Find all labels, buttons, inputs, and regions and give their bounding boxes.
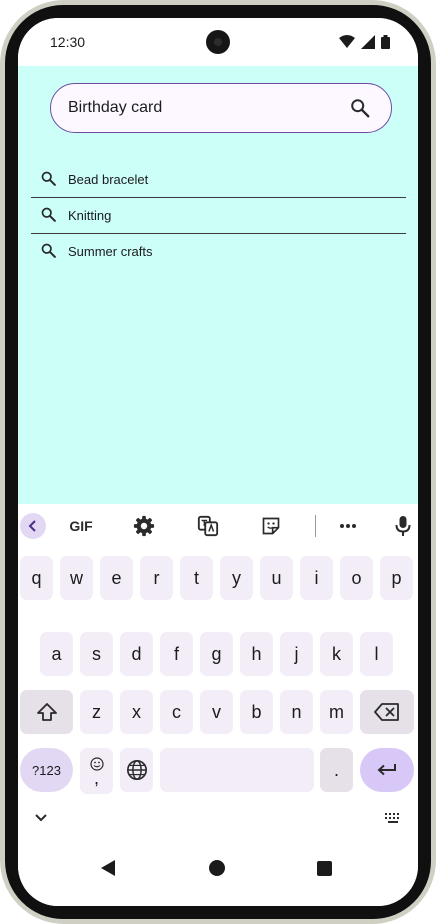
search-bar[interactable]: Birthday card	[50, 83, 392, 133]
status-bar: 12:30	[18, 18, 418, 66]
sticker-icon	[262, 517, 280, 535]
app-content: Birthday card Bead bracelet Knitting Sum…	[18, 66, 418, 504]
suggestion-item[interactable]: Bead bracelet	[31, 162, 406, 198]
system-nav-bar	[18, 844, 418, 906]
key-u[interactable]: u	[260, 556, 293, 600]
shift-icon	[36, 703, 57, 721]
status-icons	[339, 34, 390, 50]
suggestion-list: Bead bracelet Knitting Summer crafts	[31, 162, 406, 269]
key-l[interactable]: l	[360, 632, 393, 676]
search-icon	[41, 207, 56, 222]
microphone-icon	[395, 516, 411, 536]
shift-key[interactable]	[20, 690, 73, 734]
suggestion-label: Summer crafts	[68, 244, 153, 259]
key-t[interactable]: t	[180, 556, 213, 600]
key-h[interactable]: h	[240, 632, 273, 676]
phone-screen: 12:30 Birthday card Bead bracelet Knitti…	[18, 18, 418, 906]
keyboard-bottom-row	[18, 804, 418, 834]
key-k[interactable]: k	[320, 632, 353, 676]
suggestion-label: Bead bracelet	[68, 172, 149, 187]
enter-icon	[377, 764, 396, 776]
key-o[interactable]: o	[340, 556, 373, 600]
period-key[interactable]: .	[320, 748, 353, 792]
status-time: 12:30	[50, 34, 86, 50]
key-r[interactable]: r	[140, 556, 173, 600]
key-c[interactable]: c	[160, 690, 193, 734]
key-p[interactable]: p	[380, 556, 413, 600]
key-e[interactable]: e	[100, 556, 133, 600]
key-i[interactable]: i	[300, 556, 333, 600]
key-v[interactable]: v	[200, 690, 233, 734]
backspace-icon	[374, 703, 399, 721]
key-f[interactable]: f	[160, 632, 193, 676]
key-w[interactable]: w	[60, 556, 93, 600]
search-input[interactable]: Birthday card	[68, 99, 162, 117]
language-key[interactable]	[120, 748, 153, 792]
key-z[interactable]: z	[80, 690, 113, 734]
toolbar-divider	[315, 515, 316, 537]
key-x[interactable]: x	[120, 690, 153, 734]
sticker-button[interactable]	[258, 513, 284, 539]
key-q[interactable]: q	[20, 556, 53, 600]
phone-device: 12:30 Birthday card Bead bracelet Knitti…	[0, 0, 436, 924]
front-camera	[206, 30, 230, 54]
chevron-left-icon	[28, 520, 36, 532]
key-s[interactable]: s	[80, 632, 113, 676]
backspace-key[interactable]	[360, 690, 414, 734]
translate-button[interactable]	[195, 513, 221, 539]
key-a[interactable]: a	[40, 632, 73, 676]
key-b[interactable]: b	[240, 690, 273, 734]
key-y[interactable]: y	[220, 556, 253, 600]
signal-icon	[361, 35, 375, 49]
key-d[interactable]: d	[120, 632, 153, 676]
comma-label: ,	[93, 768, 99, 788]
keyboard-switch-icon[interactable]	[384, 812, 402, 824]
battery-icon	[381, 35, 390, 49]
space-key[interactable]	[160, 748, 314, 792]
translate-icon	[197, 515, 219, 537]
key-n[interactable]: n	[280, 690, 313, 734]
search-icon	[41, 171, 56, 186]
more-horizontal-icon	[340, 524, 356, 528]
search-icon[interactable]	[349, 97, 371, 119]
suggestion-label: Knitting	[68, 208, 112, 223]
voice-input-button[interactable]	[390, 513, 416, 539]
settings-button[interactable]	[131, 513, 157, 539]
home-icon[interactable]	[209, 860, 225, 876]
search-icon	[41, 243, 56, 258]
key-g[interactable]: g	[200, 632, 233, 676]
keyboard-toolbar: GIF	[18, 504, 418, 548]
symbols-key[interactable]: ?123	[20, 748, 73, 792]
back-icon[interactable]	[101, 860, 115, 876]
chevron-down-icon[interactable]	[35, 814, 47, 822]
wifi-icon	[339, 35, 355, 48]
globe-icon	[126, 760, 147, 780]
suggestion-item[interactable]: Knitting	[31, 198, 406, 234]
on-screen-keyboard: GIF q w e r t y u i o p a s d f g h j k …	[18, 504, 418, 906]
recent-apps-icon[interactable]	[317, 861, 332, 876]
key-m[interactable]: m	[320, 690, 353, 734]
more-options-button[interactable]	[335, 513, 361, 539]
collapse-toolbar-button[interactable]	[20, 513, 46, 539]
emoji-comma-key[interactable]: ,	[80, 748, 113, 794]
gif-button[interactable]: GIF	[66, 513, 96, 539]
key-j[interactable]: j	[280, 632, 313, 676]
suggestion-item[interactable]: Summer crafts	[31, 234, 406, 269]
enter-key[interactable]	[360, 748, 414, 792]
gear-icon	[133, 515, 155, 537]
